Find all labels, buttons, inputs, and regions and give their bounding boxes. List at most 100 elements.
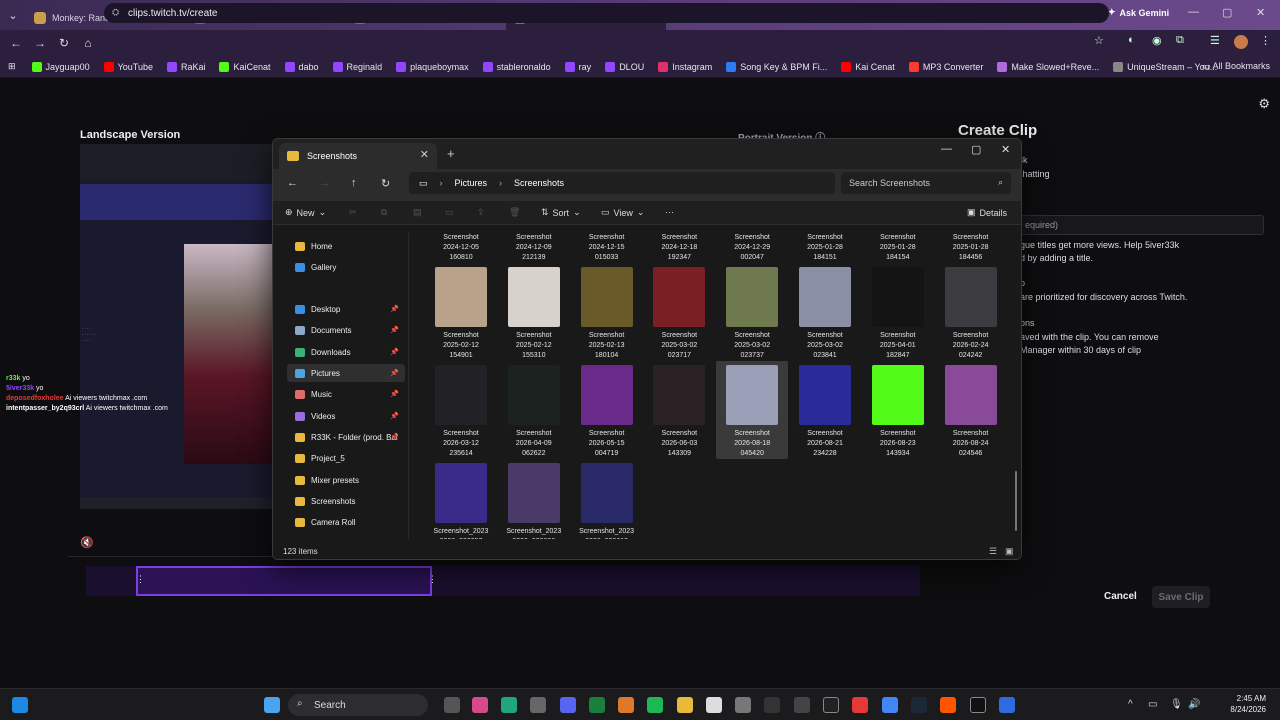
bookmark-item[interactable]: Song Key & BPM Fi... bbox=[726, 61, 827, 72]
bookmark-item[interactable]: RaKai bbox=[166, 61, 205, 72]
mute-icon[interactable]: 🔇 bbox=[80, 536, 94, 549]
roblox-icon[interactable] bbox=[999, 697, 1015, 713]
edge-icon[interactable] bbox=[501, 697, 517, 713]
reload-icon[interactable]: ↻ bbox=[52, 36, 76, 50]
delete-icon[interactable]: 🗑 bbox=[509, 207, 520, 218]
file-item[interactable]: Screenshot_20230208_020613 bbox=[571, 459, 643, 539]
sidebar-item[interactable]: Videos 📌 bbox=[287, 407, 405, 425]
bookmark-item[interactable]: Instagram bbox=[658, 61, 712, 72]
file-item[interactable]: Screenshot 2025-03-02 023737 bbox=[716, 263, 788, 361]
capcut-icon[interactable] bbox=[970, 697, 986, 713]
timeline-selection[interactable]: ⋮ ⋮ bbox=[136, 566, 437, 596]
file-view[interactable]: Screenshot 2024-12-05 160810 Screenshot 2024… bbox=[417, 229, 1015, 539]
file-item[interactable]: Screenshot 2025-03-02 023841 bbox=[789, 263, 861, 361]
file-item[interactable]: Screenshot 2025-02-13 180104 bbox=[571, 263, 643, 361]
save-clip-button[interactable]: Save Clip bbox=[1152, 586, 1210, 608]
bookmark-star-icon[interactable]: ☆ bbox=[1094, 34, 1104, 47]
file-item[interactable]: Screenshot 2025-01-28 184154 bbox=[862, 229, 934, 263]
file-item[interactable]: Screenshot 2025-01-28 184151 bbox=[789, 229, 861, 263]
explorer-tab[interactable]: Screenshots ✕ bbox=[279, 143, 437, 169]
file-item[interactable]: Screenshot 2026-02-24 024242 bbox=[935, 263, 1007, 361]
back-icon[interactable]: ← bbox=[287, 177, 298, 189]
tray-chevron-icon[interactable]: ^ bbox=[1128, 699, 1133, 710]
bookmark-item[interactable]: dabo bbox=[284, 61, 319, 72]
bookmark-item[interactable]: Reginald bbox=[332, 61, 382, 72]
file-item[interactable]: Screenshot 2026-06-03 143309 bbox=[643, 361, 715, 459]
file-item[interactable]: Screenshot 2025-01-28 184456 bbox=[935, 229, 1007, 263]
copilot-icon[interactable] bbox=[472, 697, 488, 713]
file-explorer-window[interactable]: Screenshots ✕ + — ▢ ✕ ← → ↑ ↻ ▭ › Pictur… bbox=[272, 138, 1022, 560]
excel-icon[interactable] bbox=[589, 697, 605, 713]
close-icon[interactable]: ✕ bbox=[1001, 143, 1010, 156]
menu-list-icon[interactable]: ☰ bbox=[1210, 34, 1220, 47]
discord-icon[interactable] bbox=[560, 697, 576, 713]
landscape-preview[interactable]: · · · · · · · · · · · · · · bbox=[80, 144, 272, 509]
file-item[interactable]: Screenshot 2026-08-24 024546 bbox=[935, 361, 1007, 459]
bookmark-item[interactable]: ray bbox=[564, 61, 591, 72]
minimize-icon[interactable]: — bbox=[941, 143, 952, 155]
close-tab-icon[interactable]: ✕ bbox=[420, 148, 429, 161]
close-icon[interactable]: ✕ bbox=[1256, 6, 1265, 19]
file-explorer-icon[interactable] bbox=[677, 697, 693, 713]
settings-icon[interactable] bbox=[735, 697, 751, 713]
file-item[interactable]: Screenshot 2025-02-12 154901 bbox=[425, 263, 497, 361]
all-bookmarks-button[interactable]: ▭ All Bookmarks bbox=[1202, 61, 1270, 72]
url-field[interactable]: ⛭ clips.twitch.tv/create bbox=[104, 3, 1109, 23]
file-item[interactable]: Screenshot 2026-05-15 004719 bbox=[571, 361, 643, 459]
sidebar-item[interactable]: Screenshots bbox=[287, 492, 405, 510]
extensions-puzzle-icon[interactable]: ⧉ bbox=[1176, 34, 1184, 47]
sidebar-item[interactable]: Desktop 📌 bbox=[287, 300, 405, 318]
app-icon[interactable] bbox=[794, 697, 810, 713]
extension-icon[interactable]: ◐ bbox=[1128, 34, 1135, 46]
more-options-button[interactable]: ··· bbox=[665, 207, 674, 217]
more-menu-icon[interactable]: ⋮ bbox=[1260, 34, 1271, 47]
file-item[interactable]: Screenshot 2026-08-18 045420 bbox=[716, 361, 789, 459]
media-player-icon[interactable] bbox=[823, 697, 839, 713]
app-icon[interactable] bbox=[764, 697, 780, 713]
notepad-icon[interactable] bbox=[706, 697, 722, 713]
file-item[interactable]: Screenshot_20230208_020606 bbox=[498, 459, 570, 539]
bookmark-item[interactable]: Kai Cenat bbox=[841, 61, 895, 72]
file-item[interactable]: Screenshot 2026-03-12 235614 bbox=[425, 361, 497, 459]
widgets-icon[interactable] bbox=[12, 697, 28, 713]
sidebar-item[interactable]: Camera Roll bbox=[287, 513, 405, 531]
bookmark-item[interactable]: stableronaldo bbox=[482, 61, 551, 72]
microphone-icon[interactable]: 🎙 bbox=[1170, 699, 1183, 710]
start-windows-icon[interactable] bbox=[264, 697, 280, 713]
rename-icon[interactable]: ▭ bbox=[445, 207, 454, 218]
taskbar-clock[interactable]: 2:45 AM 8/24/2026 bbox=[1206, 693, 1266, 715]
steam-icon[interactable] bbox=[911, 697, 927, 713]
minimize-icon[interactable]: — bbox=[1188, 6, 1199, 18]
clip-title-input[interactable]: equired) bbox=[1018, 215, 1264, 235]
bookmark-item[interactable]: plaqueboymax bbox=[396, 61, 469, 72]
paste-icon[interactable]: ▤ bbox=[413, 207, 422, 218]
cancel-button[interactable]: Cancel bbox=[1104, 591, 1137, 602]
breadcrumb-screenshots[interactable]: Screenshots bbox=[514, 178, 564, 188]
apps-grid-icon[interactable]: ⊞ bbox=[8, 61, 16, 72]
file-item[interactable]: Screenshot 2025-04-01 182847 bbox=[862, 263, 934, 361]
sidebar-item[interactable]: Gallery bbox=[287, 258, 405, 276]
details-view-icon[interactable]: ☰ bbox=[989, 546, 997, 557]
ask-gemini-button[interactable]: ✦ Ask Gemini bbox=[1108, 7, 1169, 18]
file-item[interactable]: Screenshot 2026-04-09 062622 bbox=[498, 361, 570, 459]
home-icon[interactable]: ⌂ bbox=[76, 36, 100, 50]
trim-start-handle[interactable]: ⋮ bbox=[136, 574, 145, 588]
details-button[interactable]: ▣ Details bbox=[967, 207, 1007, 218]
forward-icon[interactable]: → bbox=[319, 177, 330, 189]
sidebar-item[interactable]: Home bbox=[287, 237, 405, 255]
bookmark-item[interactable]: Make Slowed+Reve... bbox=[997, 61, 1099, 72]
bookmark-item[interactable]: KaiCenat bbox=[219, 61, 271, 72]
network-icon[interactable]: ▭ bbox=[1148, 699, 1157, 710]
cut-icon[interactable]: ✂ bbox=[349, 207, 357, 218]
maximize-icon[interactable]: ▢ bbox=[1222, 6, 1232, 19]
new-tab-icon[interactable]: + bbox=[447, 146, 455, 161]
trim-end-handle[interactable]: ⋮ bbox=[428, 574, 437, 588]
sidebar-item[interactable]: Mixer presets bbox=[287, 471, 405, 489]
file-item[interactable]: Screenshot 2025-03-02 023717 bbox=[643, 263, 715, 361]
sort-button[interactable]: ⇅ Sort ⌄ bbox=[541, 207, 581, 218]
share-icon[interactable]: ⇪ bbox=[477, 207, 485, 218]
file-item[interactable]: Screenshot 2024-12-15 015033 bbox=[571, 229, 643, 263]
back-icon[interactable]: ← bbox=[4, 36, 28, 50]
sidebar-item[interactable]: Downloads 📌 bbox=[287, 343, 405, 361]
up-icon[interactable]: ↑ bbox=[351, 177, 357, 189]
